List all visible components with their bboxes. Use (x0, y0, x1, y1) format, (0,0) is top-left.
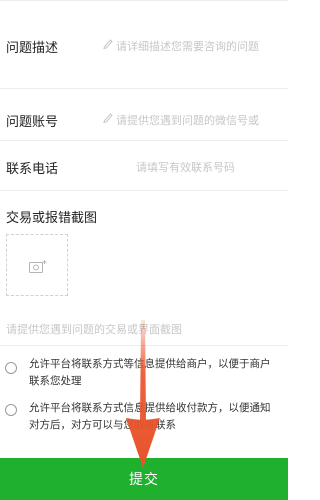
phone-input[interactable]: 请填写有效联系号码 (136, 159, 286, 175)
screenshot-upload-box[interactable] (6, 234, 68, 296)
account-row[interactable]: 问题账号 请提供您遇到问题的微信号或 (0, 88, 288, 140)
account-input[interactable]: 请提供您遇到问题的微信号或 (116, 112, 286, 128)
screenshot-hint: 请提供您遇到问题的交易或界面截图 (6, 323, 182, 336)
payee-consent-text: 允许平台将联系方式信息提供给收付款方，以便通知对方后，对方可以与您取得联系 (29, 402, 271, 431)
camera-icon (29, 260, 47, 273)
arrow-down-icon (126, 320, 160, 468)
account-label: 问题账号 (6, 115, 59, 130)
description-input[interactable]: 请详细描述您需要咨询的问题 (116, 38, 286, 54)
submit-button[interactable]: 提交 (0, 458, 288, 500)
phone-divider (0, 190, 288, 191)
phone-label: 联系电话 (6, 162, 59, 177)
pencil-icon (103, 39, 113, 50)
description-row[interactable]: 问题描述 请详细描述您需要咨询的问题 (0, 0, 288, 88)
merchant-consent-radio[interactable] (5, 362, 17, 374)
payee-consent-radio[interactable] (5, 404, 17, 416)
description-label: 问题描述 (6, 41, 59, 56)
screenshot-label: 交易或报错截图 (6, 211, 98, 226)
pencil-icon (103, 113, 113, 124)
merchant-consent-text: 允许平台将联系方式等信息提供给商户，以便于商户联系您处理 (29, 358, 271, 387)
phone-row[interactable]: 联系电话 请填写有效联系号码 (0, 140, 288, 190)
screenshot-divider (0, 345, 288, 346)
